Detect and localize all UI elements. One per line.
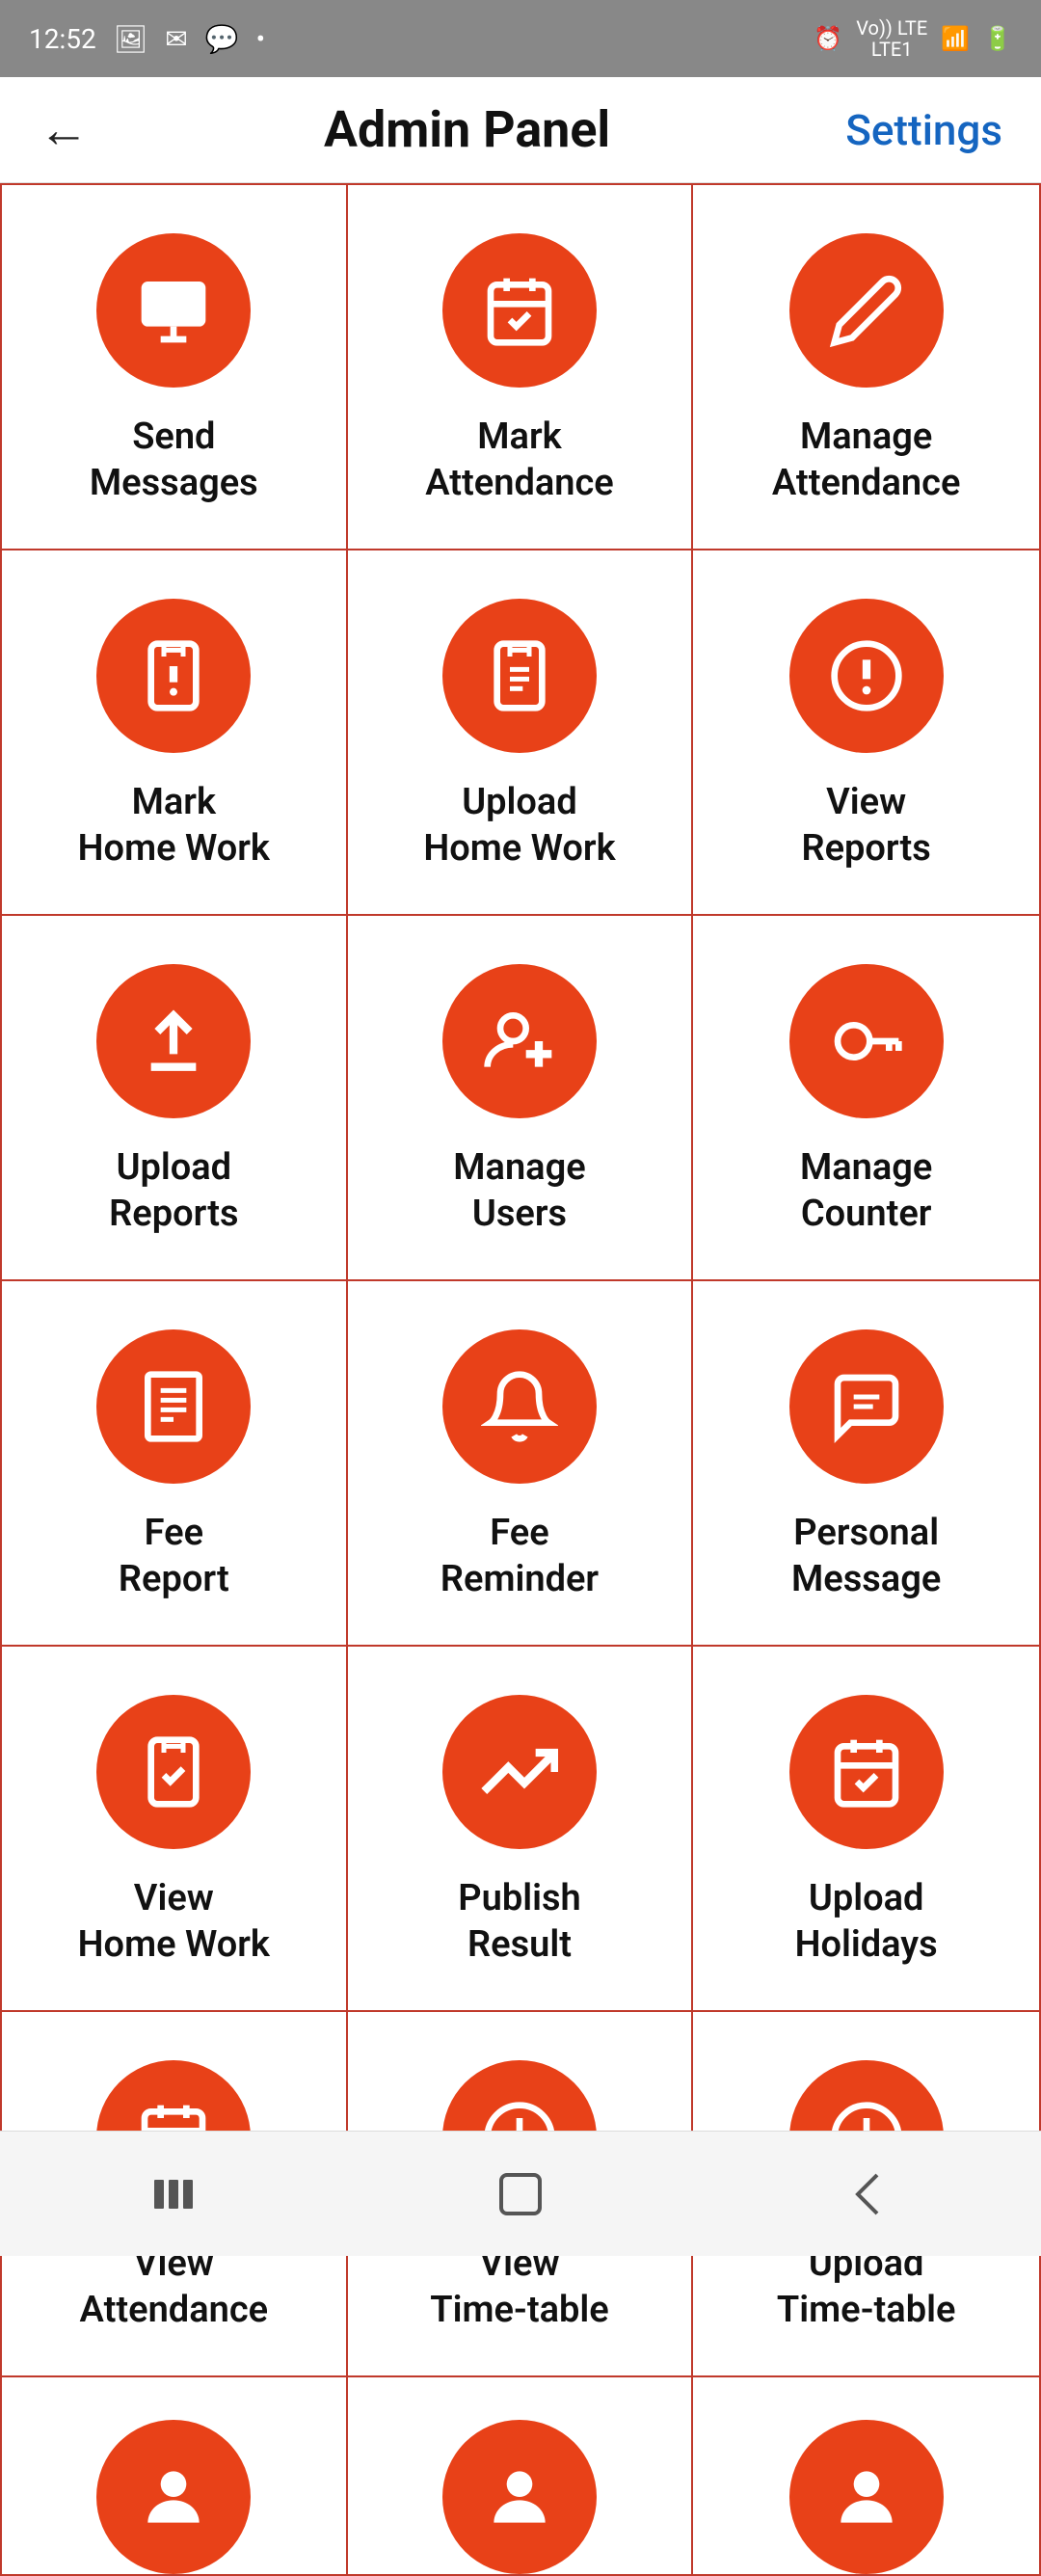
partial-icon-2 — [442, 2420, 597, 2574]
upload-homework-icon-circle — [442, 599, 597, 753]
message-icon — [828, 1368, 905, 1445]
view-reports-icon-circle — [789, 599, 944, 753]
chat-icon: 💬 — [205, 23, 239, 55]
fee-report-label: FeeReport — [119, 1511, 229, 1602]
manage-users-icon-circle — [442, 964, 597, 1118]
status-left: 12:52 🖼 ✉ 💬 • — [29, 23, 265, 55]
grid-row-partial — [2, 2377, 1039, 2574]
mark-attendance-label: MarkAttendance — [425, 415, 614, 506]
nav-home-icon — [492, 2165, 549, 2223]
upload-reports-icon-circle — [96, 964, 251, 1118]
back-button[interactable]: ← — [39, 100, 89, 159]
photo-icon: 🖼 — [114, 23, 148, 55]
mail-icon: ✉ — [165, 23, 187, 55]
status-bar: 12:52 🖼 ✉ 💬 • ⏰ Vo)) LTELTE1 📶 🔋 — [0, 0, 1041, 77]
chat-icon — [135, 272, 212, 349]
partial-icon-1 — [96, 2420, 251, 2574]
add-person-icon — [481, 1003, 558, 1080]
upload-holidays-label: UploadHolidays — [795, 1876, 938, 1968]
manage-counter-label: ManageCounter — [800, 1145, 932, 1237]
top-nav: ← Admin Panel Settings — [0, 77, 1041, 183]
personal-message-item[interactable]: PersonalMessage — [693, 1281, 1039, 1645]
dot-icon: • — [256, 23, 265, 55]
partial-item-2[interactable] — [348, 2377, 694, 2574]
nav-home-button[interactable] — [487, 2160, 554, 2228]
manage-users-label: ManageUsers — [453, 1145, 585, 1237]
upload-reports-label: UploadReports — [109, 1145, 238, 1237]
publish-result-icon-circle — [442, 1695, 597, 1849]
pencil-icon — [828, 272, 905, 349]
upload-holidays-icon-circle — [789, 1695, 944, 1849]
mark-attendance-icon-circle — [442, 233, 597, 388]
key-icon — [828, 1003, 905, 1080]
upload-reports-item[interactable]: UploadReports — [2, 916, 348, 1279]
manage-attendance-label: ManageAttendance — [772, 415, 961, 506]
fee-reminder-label: FeeReminder — [440, 1511, 599, 1602]
mark-attendance-item[interactable]: MarkAttendance — [348, 185, 694, 549]
exclamation-circle-icon — [828, 637, 905, 714]
manage-attendance-icon-circle — [789, 233, 944, 388]
signal-bars-icon: 📶 — [941, 25, 970, 52]
personal-message-label: PersonalMessage — [791, 1511, 941, 1602]
grid-row-1: SendMessages MarkAttendance ManageAtte — [2, 185, 1039, 550]
partial-item-1[interactable] — [2, 2377, 348, 2574]
publish-result-label: PublishResult — [458, 1876, 580, 1968]
page-title: Admin Panel — [324, 100, 610, 159]
receipt-icon — [135, 1368, 212, 1445]
time-display: 12:52 — [29, 23, 96, 55]
personal-message-icon-circle — [789, 1329, 944, 1484]
upload-arrow-icon — [135, 1003, 212, 1080]
upload-homework-item[interactable]: UploadHome Work — [348, 550, 694, 914]
view-homework-icon-circle — [96, 1695, 251, 1849]
manage-users-item[interactable]: ManageUsers — [348, 916, 694, 1279]
partial-icon-3 — [789, 2420, 944, 2574]
fee-reminder-item[interactable]: FeeReminder — [348, 1281, 694, 1645]
bottom-nav — [0, 2131, 1041, 2256]
person-icon-2 — [481, 2458, 558, 2536]
bell-icon — [481, 1368, 558, 1445]
nav-back-icon — [839, 2165, 896, 2223]
send-messages-icon-circle — [96, 233, 251, 388]
fee-report-icon-circle — [96, 1329, 251, 1484]
battery-icon: 🔋 — [983, 25, 1012, 52]
trending-up-icon — [481, 1733, 558, 1811]
alarm-icon: ⏰ — [814, 25, 842, 52]
person-icon-3 — [828, 2458, 905, 2536]
grid-row-2: MarkHome Work UploadHome Work — [2, 550, 1039, 916]
view-homework-item[interactable]: ViewHome Work — [2, 1647, 348, 2010]
mark-homework-item[interactable]: MarkHome Work — [2, 550, 348, 914]
send-messages-label: SendMessages — [90, 415, 258, 506]
settings-button[interactable]: Settings — [845, 105, 1002, 155]
view-reports-item[interactable]: ViewReports — [693, 550, 1039, 914]
status-right: ⏰ Vo)) LTELTE1 📶 🔋 — [814, 17, 1012, 60]
view-reports-label: ViewReports — [801, 780, 930, 872]
nav-back-button[interactable] — [834, 2160, 901, 2228]
partial-item-3[interactable] — [693, 2377, 1039, 2574]
nav-menu-button[interactable] — [140, 2160, 207, 2228]
mark-homework-icon-circle — [96, 599, 251, 753]
fee-reminder-icon-circle — [442, 1329, 597, 1484]
nav-menu-icon — [145, 2170, 202, 2218]
view-homework-label: ViewHome Work — [78, 1876, 270, 1968]
clipboard-check-icon — [135, 1733, 212, 1811]
person-icon-1 — [135, 2458, 212, 2536]
calendar-check2-icon — [828, 1733, 905, 1811]
mark-homework-label: MarkHome Work — [78, 780, 270, 872]
grid-row-4: FeeReport FeeReminder PersonalMessage — [2, 1281, 1039, 1647]
publish-result-item[interactable]: PublishResult — [348, 1647, 694, 2010]
clipboard-list-icon — [481, 637, 558, 714]
manage-attendance-item[interactable]: ManageAttendance — [693, 185, 1039, 549]
upload-holidays-item[interactable]: UploadHolidays — [693, 1647, 1039, 2010]
calendar-check-icon — [481, 272, 558, 349]
upload-homework-label: UploadHome Work — [423, 780, 615, 872]
grid-row-3: UploadReports ManageUsers — [2, 916, 1039, 1281]
manage-counter-item[interactable]: ManageCounter — [693, 916, 1039, 1279]
grid-row-5: ViewHome Work PublishResult — [2, 1647, 1039, 2012]
clipboard-exclamation-icon — [135, 637, 212, 714]
fee-report-item[interactable]: FeeReport — [2, 1281, 348, 1645]
send-messages-item[interactable]: SendMessages — [2, 185, 348, 549]
signal-text: Vo)) LTELTE1 — [856, 17, 927, 60]
manage-counter-icon-circle — [789, 964, 944, 1118]
